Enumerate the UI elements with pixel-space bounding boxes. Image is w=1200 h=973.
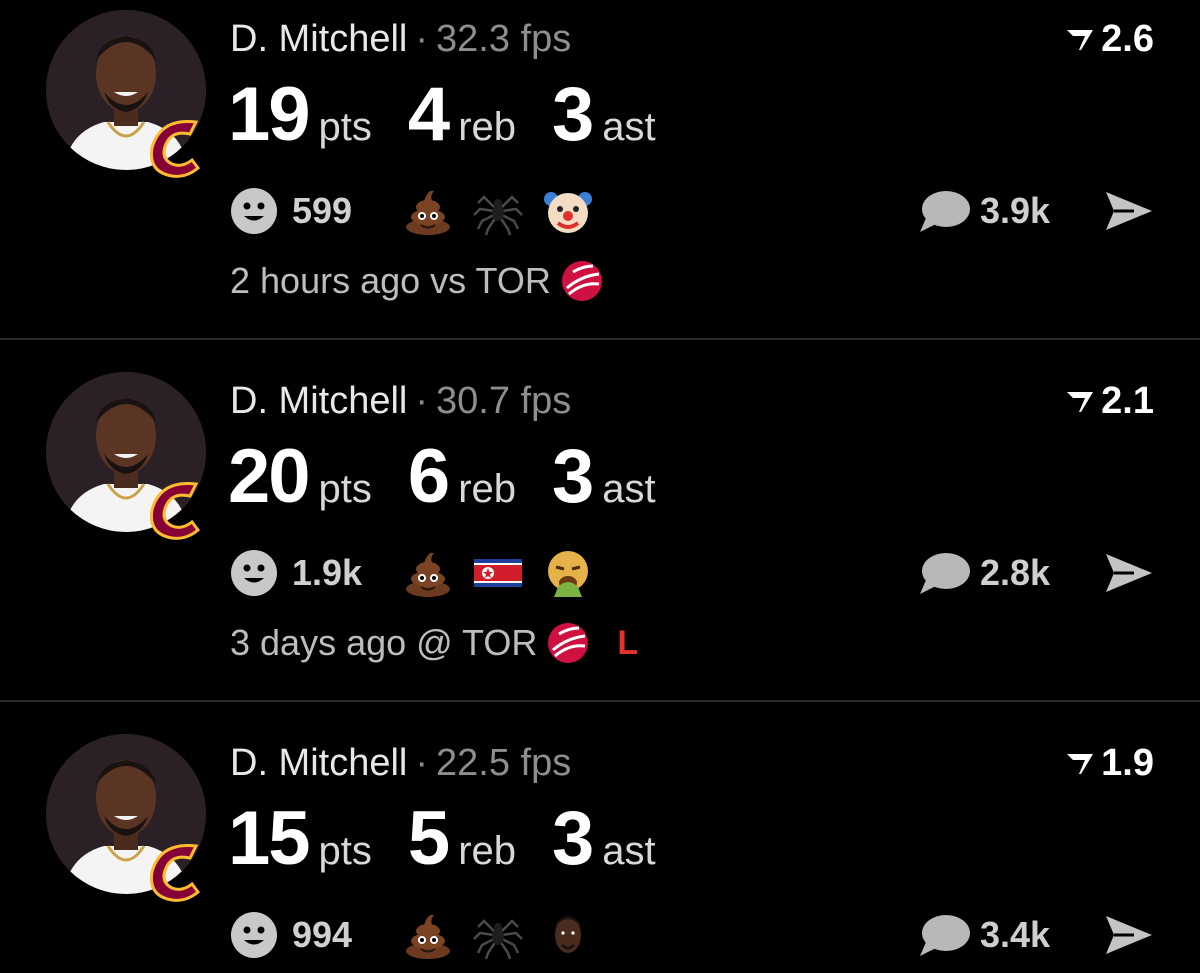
rating: 2.1 bbox=[1065, 378, 1154, 424]
assists-unit: ast bbox=[602, 467, 656, 511]
post-card[interactable]: D. Mitchell · 32.3 fps 2.6 19 pts 4 reb 3 ast… bbox=[0, 0, 1200, 362]
points-value: 19 bbox=[228, 72, 311, 157]
stat-line: 19 pts 4 reb 3 ast bbox=[228, 70, 692, 160]
comment-bubble-icon[interactable] bbox=[918, 188, 970, 234]
reaction-count: 994 bbox=[292, 914, 353, 955]
header-separator: · bbox=[415, 380, 429, 422]
assists-unit: ast bbox=[602, 105, 656, 149]
reaction-count: 599 bbox=[292, 190, 353, 231]
player-name[interactable]: D. Mitchell bbox=[230, 742, 407, 784]
vomiting-face-emoji-icon[interactable] bbox=[542, 547, 594, 599]
points-unit: pts bbox=[318, 467, 372, 511]
points-value: 20 bbox=[228, 434, 311, 519]
fps-value: 32.3 fps bbox=[436, 18, 572, 60]
fps-value: 22.5 fps bbox=[436, 742, 572, 784]
cavaliers-logo bbox=[149, 120, 201, 178]
points-value: 15 bbox=[228, 796, 311, 881]
header-separator: · bbox=[415, 18, 429, 60]
reaction-count: 1.9k bbox=[292, 552, 363, 593]
rebounds-unit: reb bbox=[458, 105, 516, 149]
post-header: D. Mitchell · 30.7 fps bbox=[230, 376, 571, 426]
points-unit: pts bbox=[318, 105, 372, 149]
reactions-bar: 599 bbox=[230, 184, 594, 238]
player-name[interactable]: D. Mitchell bbox=[230, 380, 407, 422]
comment-count: 2.8k bbox=[980, 552, 1051, 593]
comments-bar: 3.4k bbox=[918, 908, 1154, 962]
comment-bubble-icon[interactable] bbox=[918, 550, 970, 596]
comments-bar: 3.9k bbox=[918, 184, 1154, 238]
spider-emoji-icon[interactable] bbox=[472, 185, 524, 237]
rebounds-value: 6 bbox=[407, 434, 450, 519]
stat-line: 20 pts 6 reb 3 ast bbox=[228, 432, 692, 522]
poop-emoji-icon[interactable] bbox=[402, 909, 454, 961]
rating-value: 2.6 bbox=[1101, 18, 1154, 60]
share-send-icon[interactable] bbox=[1104, 551, 1154, 595]
points-unit: pts bbox=[318, 829, 372, 873]
fps-value: 30.7 fps bbox=[436, 380, 572, 422]
share-send-icon[interactable] bbox=[1104, 189, 1154, 233]
post-card[interactable]: D. Mitchell · 22.5 fps 1.9 15 pts 5 reb 3 ast… bbox=[0, 724, 1200, 973]
stat-line: 15 pts 5 reb 3 ast bbox=[228, 794, 692, 884]
reactions-bar: 994 bbox=[230, 908, 594, 962]
rebounds-unit: reb bbox=[458, 467, 516, 511]
comment-bubble-icon[interactable] bbox=[918, 912, 970, 958]
rating-logo-icon bbox=[1067, 30, 1094, 50]
time-ago: 2 hours ago bbox=[230, 260, 421, 301]
feed: D. Mitchell · 32.3 fps 2.6 19 pts 4 reb 3 ast… bbox=[0, 0, 1200, 973]
post-header: D. Mitchell · 32.3 fps bbox=[230, 14, 571, 64]
post-header: D. Mitchell · 22.5 fps bbox=[230, 738, 571, 788]
assists-value: 3 bbox=[552, 796, 594, 881]
raptors-logo bbox=[561, 261, 602, 301]
rebounds-value: 4 bbox=[407, 72, 450, 157]
poop-emoji-icon[interactable] bbox=[402, 185, 454, 237]
poop-emoji-icon[interactable] bbox=[402, 547, 454, 599]
cavaliers-logo bbox=[149, 844, 201, 902]
comments-bar: 2.8k bbox=[918, 546, 1154, 600]
rating-logo-icon bbox=[1067, 392, 1094, 412]
rating: 1.9 bbox=[1065, 740, 1154, 786]
rebounds-unit: reb bbox=[458, 829, 516, 873]
assists-unit: ast bbox=[602, 829, 656, 873]
comment-count: 3.4k bbox=[980, 914, 1051, 955]
post-divider bbox=[0, 700, 1200, 702]
player-face-emoji-icon[interactable] bbox=[542, 909, 594, 961]
rating-value: 2.1 bbox=[1101, 380, 1154, 422]
reactions-bar: 1.9k bbox=[230, 546, 594, 600]
rebounds-value: 5 bbox=[407, 796, 450, 881]
assists-value: 3 bbox=[552, 72, 594, 157]
header-separator: · bbox=[415, 742, 429, 784]
time-ago: 3 days ago bbox=[230, 622, 407, 663]
north-korea-flag-emoji-icon[interactable] bbox=[472, 547, 524, 599]
game-meta: 2 hours ago vs TOR bbox=[230, 256, 605, 306]
share-send-icon[interactable] bbox=[1104, 913, 1154, 957]
assists-value: 3 bbox=[552, 434, 594, 519]
player-name[interactable]: D. Mitchell bbox=[230, 18, 407, 60]
rating: 2.6 bbox=[1065, 16, 1154, 62]
cavaliers-logo bbox=[149, 482, 201, 540]
post-card[interactable]: D. Mitchell · 30.7 fps 2.1 20 pts 6 reb 3 ast… bbox=[0, 362, 1200, 724]
comment-count: 3.9k bbox=[980, 190, 1051, 231]
clown-emoji-icon[interactable] bbox=[542, 185, 594, 237]
spider-emoji-icon[interactable] bbox=[472, 909, 524, 961]
raptors-logo bbox=[548, 623, 589, 663]
game-result-badge: L bbox=[617, 623, 639, 662]
smiley-reaction-icon[interactable] bbox=[230, 187, 278, 235]
matchup[interactable]: @ TOR bbox=[416, 622, 537, 664]
rating-value: 1.9 bbox=[1101, 742, 1154, 784]
smiley-reaction-icon[interactable] bbox=[230, 911, 278, 959]
post-divider bbox=[0, 338, 1200, 340]
rating-logo-icon bbox=[1067, 754, 1094, 774]
matchup[interactable]: vs TOR bbox=[430, 260, 551, 302]
smiley-reaction-icon[interactable] bbox=[230, 549, 278, 597]
game-meta: 3 days ago @ TOR L bbox=[230, 618, 638, 668]
